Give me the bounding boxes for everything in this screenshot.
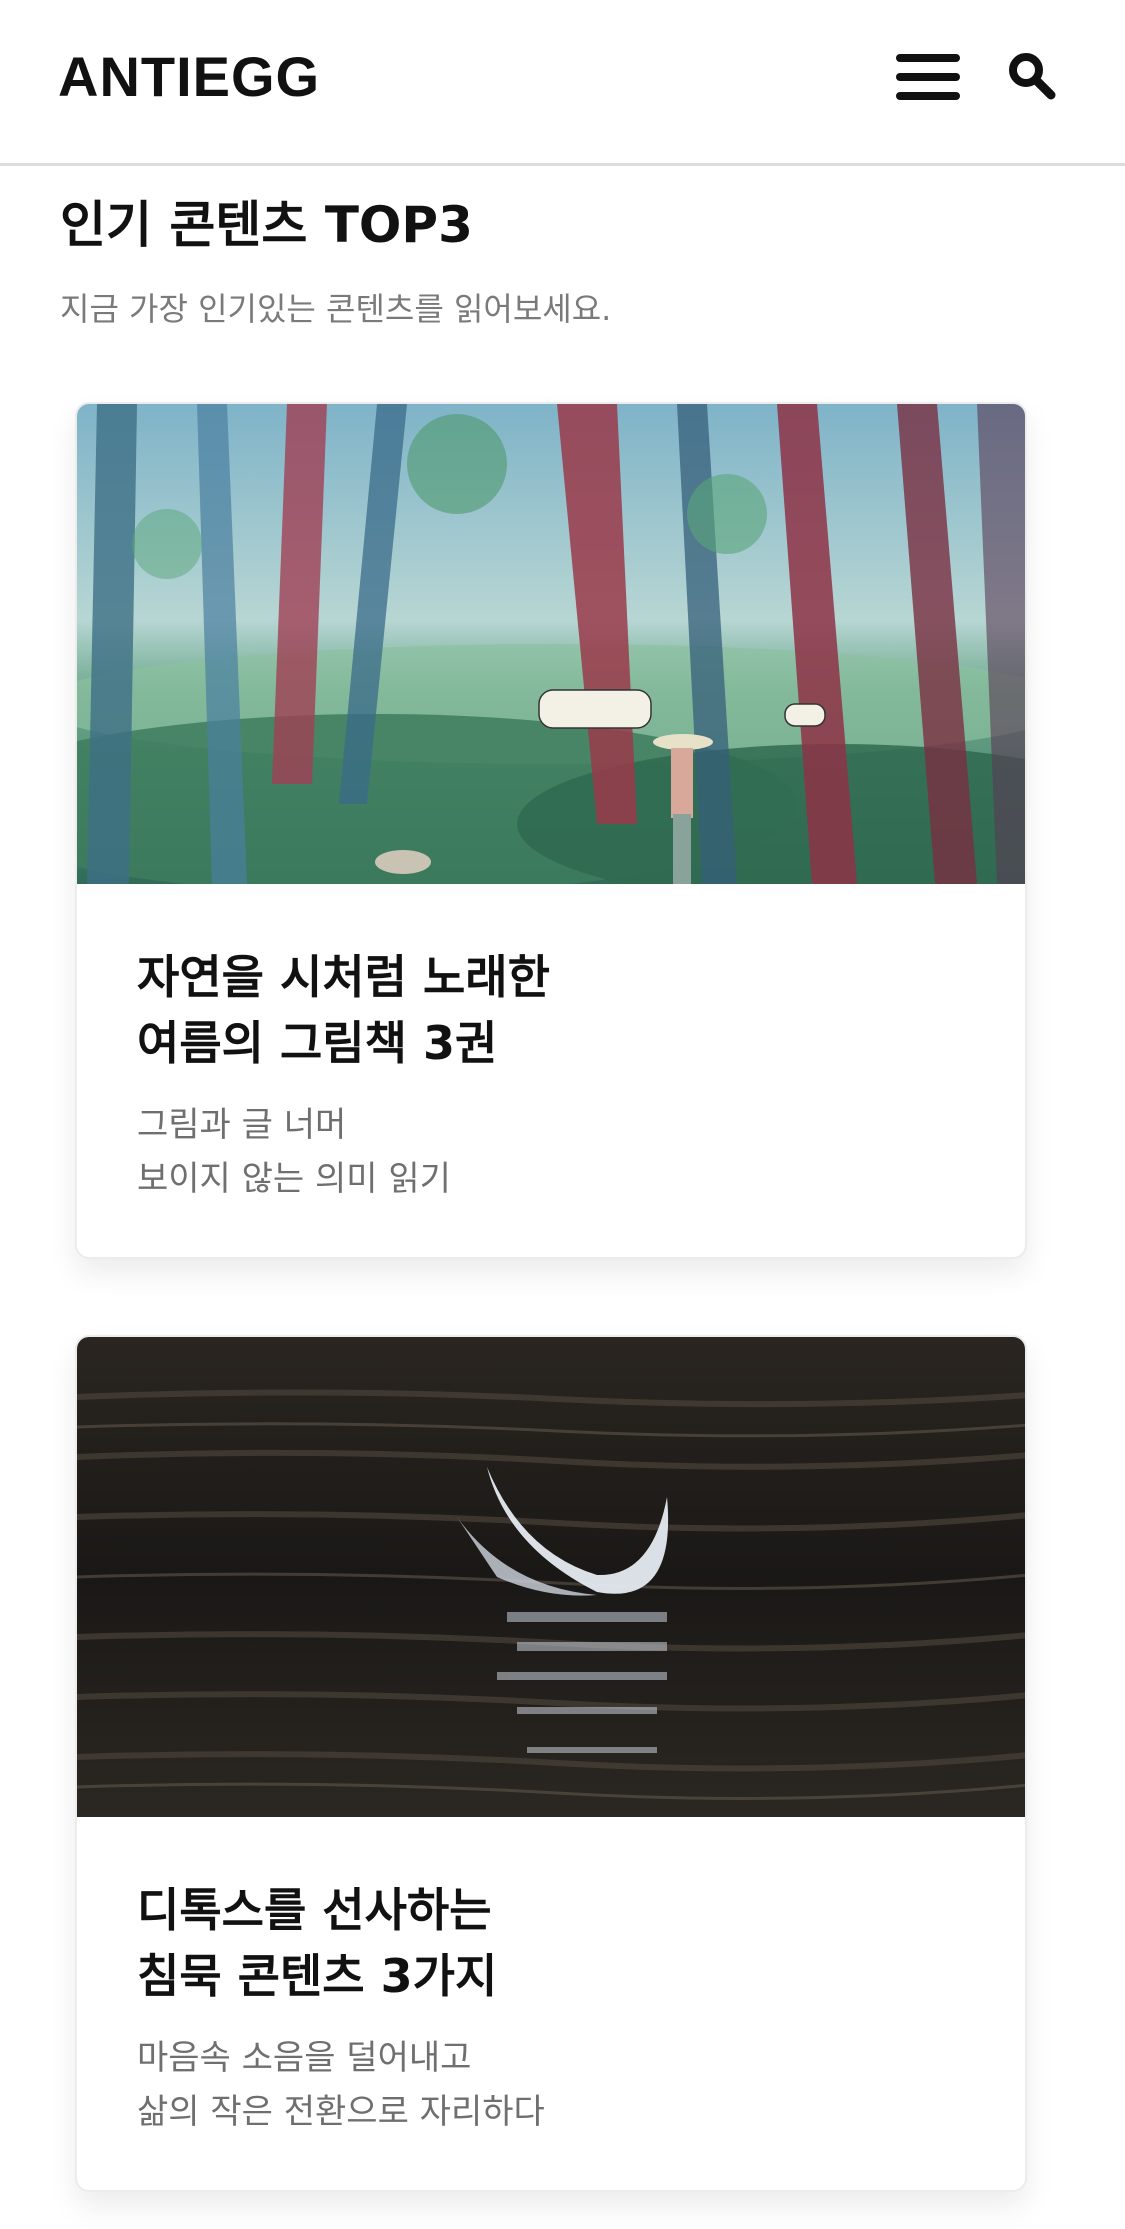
card-desc-line: 그림과 글 너머 bbox=[137, 1105, 347, 1145]
card-desc-line: 마음속 소음을 덜어내고 bbox=[137, 2038, 472, 2078]
forest-watercolor-illustration[interactable] bbox=[77, 404, 1027, 884]
site-header: ANTIEGG bbox=[0, 0, 1125, 166]
section-subtitle: 지금 가장 인기있는 콘텐츠를 읽어보세요. bbox=[60, 290, 612, 328]
card-title[interactable]: 자연을 시처럼 노래한 여름의 그림책 3권 bbox=[137, 944, 957, 1076]
menu-bar bbox=[896, 92, 960, 100]
card-title[interactable]: 디톡스를 선사하는 침묵 콘텐츠 3가지 bbox=[137, 1877, 957, 2009]
card-title-line: 침묵 콘텐츠 3가지 bbox=[137, 1949, 498, 2003]
feather-on-dark-water-photo[interactable] bbox=[77, 1337, 1027, 1817]
card-title-line: 자연을 시처럼 노래한 bbox=[137, 950, 550, 1004]
hamburger-menu-icon[interactable] bbox=[896, 54, 960, 100]
content-card[interactable]: 자연을 시처럼 노래한 여름의 그림책 3권 그림과 글 너머 보이지 않는 의… bbox=[75, 402, 1027, 1259]
menu-bar bbox=[896, 54, 960, 62]
card-title-line: 디톡스를 선사하는 bbox=[137, 1883, 492, 1937]
menu-bar bbox=[896, 73, 960, 81]
card-title-line: 여름의 그림책 3권 bbox=[137, 1016, 498, 1070]
card-description: 그림과 글 너머 보이지 않는 의미 읽기 bbox=[137, 1098, 957, 1206]
search-icon[interactable] bbox=[1006, 50, 1056, 100]
card-desc-line: 보이지 않는 의미 읽기 bbox=[137, 1159, 451, 1199]
content-card[interactable]: 디톡스를 선사하는 침묵 콘텐츠 3가지 마음속 소음을 덜어내고 삶의 작은 … bbox=[75, 1335, 1027, 2192]
card-description: 마음속 소음을 덜어내고 삶의 작은 전환으로 자리하다 bbox=[137, 2031, 957, 2139]
section-title: 인기 콘텐츠 TOP3 bbox=[60, 196, 473, 254]
card-desc-line: 삶의 작은 전환으로 자리하다 bbox=[137, 2092, 545, 2132]
site-logo[interactable]: ANTIEGG bbox=[58, 44, 320, 109]
